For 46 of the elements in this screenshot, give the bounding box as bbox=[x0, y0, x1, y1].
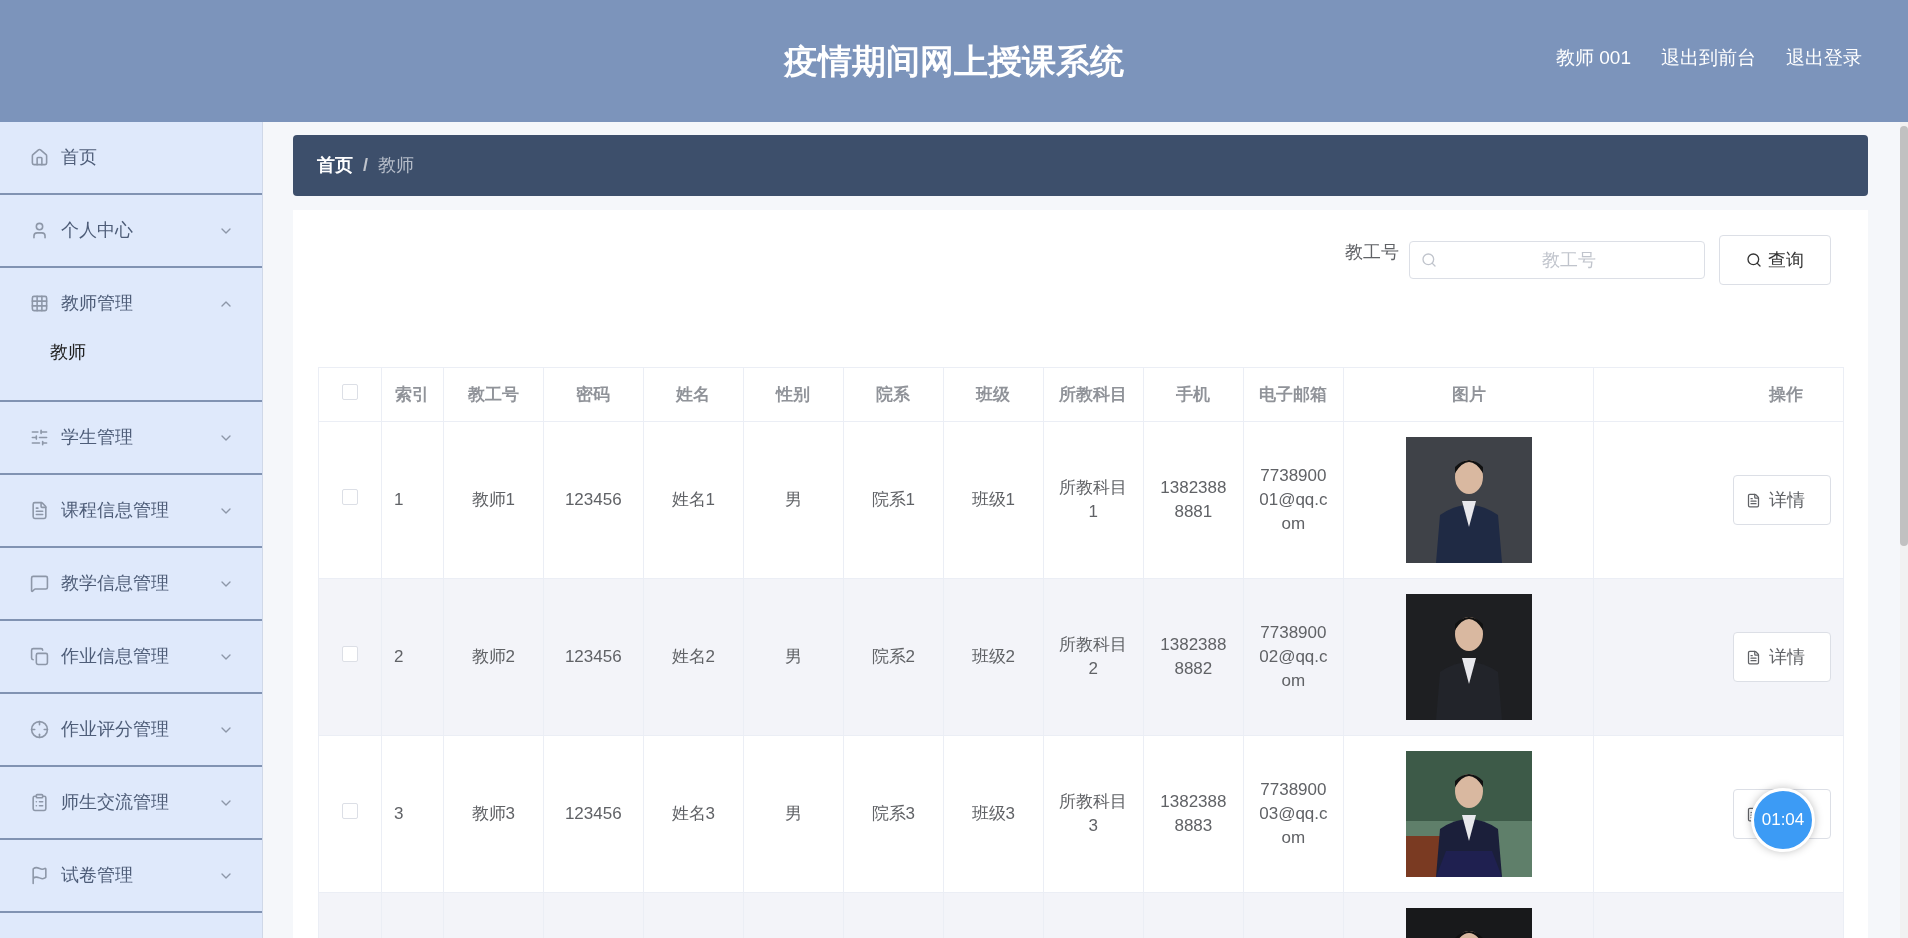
table-cell: 男 bbox=[743, 421, 844, 579]
column-header: 索引 bbox=[381, 367, 444, 422]
table-cell: 院系3 bbox=[843, 735, 944, 893]
column-header: 班级 bbox=[943, 367, 1044, 422]
table-cell: 院系2 bbox=[843, 578, 944, 736]
column-header: 院系 bbox=[843, 367, 944, 422]
breadcrumb-item: 教师 bbox=[378, 154, 414, 177]
column-header: 姓名 bbox=[643, 367, 744, 422]
table-cell: 教师3 bbox=[443, 735, 544, 893]
table-cell: 所教科目3 bbox=[1043, 735, 1144, 893]
column-header: 电子邮箱 bbox=[1243, 367, 1344, 422]
column-header: 密码 bbox=[543, 367, 644, 422]
table-cell: 男 bbox=[743, 578, 844, 736]
column-header: 性别 bbox=[743, 367, 844, 422]
table-cell: 姓名3 bbox=[643, 735, 744, 893]
table-cell: 3 bbox=[381, 735, 444, 893]
table-cell: 123456 bbox=[543, 578, 644, 736]
table-cell: 姓名2 bbox=[643, 578, 744, 736]
table-cell: 班级3 bbox=[943, 735, 1044, 893]
table-cell: 教师1 bbox=[443, 421, 544, 579]
table-cell: 13823888881 bbox=[1143, 421, 1244, 579]
table-cell: 13823888883 bbox=[1143, 735, 1244, 893]
system-title: 疫情期间网上授课系统 bbox=[784, 40, 1124, 82]
table-cell: 773890002@qq.com bbox=[1243, 578, 1344, 736]
table-cell: 教师2 bbox=[443, 578, 544, 736]
table-cell: 所教科目1 bbox=[1043, 421, 1144, 579]
table-cell: 1 bbox=[381, 421, 444, 579]
search-label: 教工号 bbox=[1345, 241, 1399, 264]
table-cell: 男 bbox=[743, 735, 844, 893]
table-cell: 13823888882 bbox=[1143, 578, 1244, 736]
table-cell: 773890001@qq.com bbox=[1243, 421, 1344, 579]
column-header: 所教科目 bbox=[1043, 367, 1144, 422]
table-cell: 123456 bbox=[543, 735, 644, 893]
breadcrumb-separator: / bbox=[363, 154, 368, 177]
table-cell: 123456 bbox=[543, 421, 644, 579]
table-cell: 所教科目2 bbox=[1043, 578, 1144, 736]
column-header: 操作 bbox=[1593, 367, 1844, 422]
column-header: 图片 bbox=[1343, 367, 1594, 422]
column-header: 教工号 bbox=[443, 367, 544, 422]
column-header: 手机 bbox=[1143, 367, 1244, 422]
table-cell: 姓名1 bbox=[643, 421, 744, 579]
table-cell: 院系1 bbox=[843, 421, 944, 579]
table-cell: 班级2 bbox=[943, 578, 1044, 736]
table-cell: 班级1 bbox=[943, 421, 1044, 579]
table-cell: 2 bbox=[381, 578, 444, 736]
table-cell: 773890003@qq.com bbox=[1243, 735, 1344, 893]
